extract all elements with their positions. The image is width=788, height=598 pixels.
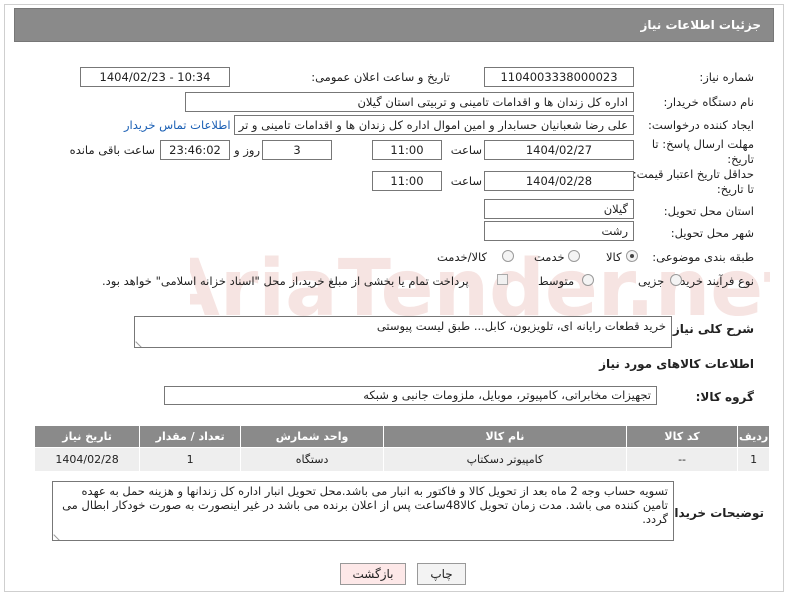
category-option-service: خدمت xyxy=(534,250,565,264)
city-field[interactable]: رشت xyxy=(484,221,634,241)
days-remaining-field[interactable]: 3 xyxy=(262,140,332,160)
purchase-option-minor: جزیی xyxy=(638,274,665,288)
goods-group-field[interactable]: تجهیزات مخابراتی، کامپیوتر، موبایل، ملزو… xyxy=(164,386,657,405)
validity-time-label: ساعت xyxy=(450,174,482,188)
announce-date-label: تاریخ و ساعت اعلان عمومی: xyxy=(311,70,450,84)
col-item-code: کد کالا xyxy=(625,425,739,448)
province-label: استان محل تحویل: xyxy=(663,204,754,218)
category-radio-service[interactable] xyxy=(568,250,580,262)
province-field[interactable]: گیلان xyxy=(484,199,634,219)
need-number-field[interactable]: 1104003338000023 xyxy=(484,67,634,87)
announce-date-field[interactable]: 1404/02/23 - 10:34 xyxy=(80,67,230,87)
col-need-date: تاریخ نیاز xyxy=(33,425,141,448)
buyer-notes-text: تسویه حساب وجه 2 ماه بعد از تحویل کالا و… xyxy=(62,484,668,526)
purchase-type-label: نوع فرآیند خرید : xyxy=(672,274,754,288)
remaining-time-label: ساعت باقی مانده xyxy=(69,143,155,157)
notes-resize-handle-icon[interactable] xyxy=(53,529,65,540)
days-label: روز و xyxy=(234,143,260,157)
page-title: جزئیات اطلاعات نیاز xyxy=(640,18,761,32)
header-bar: جزئیات اطلاعات نیاز xyxy=(14,8,774,42)
deadline-label-date: تاریخ: xyxy=(727,152,754,166)
buyer-contact-link[interactable]: اطلاعات تماس خریدار xyxy=(124,118,231,132)
treasury-payment-note: پرداخت تمام یا بخشی از مبلغ خرید،از محل … xyxy=(102,274,469,288)
validity-time-field[interactable]: 11:00 xyxy=(372,171,442,191)
validity-label: حداقل تاریخ اعتبار قیمت: xyxy=(632,167,754,181)
buyer-notes-label: توضیحات خریدار: xyxy=(662,506,764,520)
description-textarea[interactable]: خرید قطعات رایانه ای، تلویزیون، کابل... … xyxy=(134,316,672,348)
cell-item-name: کامپیوتر دسکتاپ xyxy=(383,447,627,472)
deadline-time-label: ساعت xyxy=(450,143,482,157)
deadline-date-field[interactable]: 1404/02/27 xyxy=(484,140,634,160)
purchase-radio-medium[interactable] xyxy=(582,274,594,286)
resize-handle-icon[interactable] xyxy=(135,336,147,347)
description-text: خرید قطعات رایانه ای، تلویزیون، کابل... … xyxy=(376,319,666,333)
table-header-row: ردیف کد کالا نام کالا واحد شمارش تعداد /… xyxy=(33,425,770,448)
category-radio-goods[interactable] xyxy=(626,250,638,262)
creator-field[interactable]: علی رضا شعبانیان حسابدار و امین اموال اد… xyxy=(234,115,634,135)
buyer-notes-textarea[interactable]: تسویه حساب وجه 2 ماه بعد از تحویل کالا و… xyxy=(52,481,674,541)
col-item-name: نام کالا xyxy=(383,425,627,448)
creator-label: ایجاد کننده درخواست: xyxy=(648,118,754,132)
back-button[interactable]: بازگشت xyxy=(340,563,406,585)
buyer-org-label: نام دستگاه خریدار: xyxy=(663,95,754,109)
col-quantity: تعداد / مقدار xyxy=(139,425,242,448)
cell-need-date: 1404/02/28 xyxy=(33,447,141,472)
cell-unit: دستگاه xyxy=(240,447,385,472)
buyer-org-field[interactable]: اداره کل زندان ها و اقدامات تامینی و ترب… xyxy=(185,92,634,112)
purchase-option-medium: متوسط xyxy=(538,274,575,288)
col-row-number: ردیف xyxy=(737,425,770,448)
cell-row-number: 1 xyxy=(737,447,770,472)
col-unit: واحد شمارش xyxy=(240,425,385,448)
cell-item-code: -- xyxy=(625,447,739,472)
cell-quantity: 1 xyxy=(139,447,242,472)
validity-label-date: تا تاریخ: xyxy=(716,182,754,196)
city-label: شهر محل تحویل: xyxy=(670,226,754,240)
goods-section-title: اطلاعات کالاهای مورد نیاز xyxy=(599,357,754,371)
deadline-label: مهلت ارسال پاسخ: تا xyxy=(651,137,754,151)
category-radio-goods-service[interactable] xyxy=(502,250,514,262)
table-row[interactable]: 1 -- کامپیوتر دسکتاپ دستگاه 1 1404/02/28 xyxy=(33,447,770,472)
category-option-goods: کالا xyxy=(606,250,622,264)
goods-table: ردیف کد کالا نام کالا واحد شمارش تعداد /… xyxy=(33,425,770,472)
category-option-goods-service: کالا/خدمت xyxy=(437,250,488,264)
goods-group-label: گروه کالا: xyxy=(695,390,754,404)
deadline-time-field[interactable]: 11:00 xyxy=(372,140,442,160)
category-label: طبقه بندی موضوعی: xyxy=(652,250,754,264)
purchase-radio-minor[interactable] xyxy=(670,274,682,286)
validity-date-field[interactable]: 1404/02/28 xyxy=(484,171,634,191)
description-label: شرح کلی نیاز: xyxy=(668,322,754,336)
print-button[interactable]: چاپ xyxy=(417,563,466,585)
need-number-label: شماره نیاز: xyxy=(699,70,754,84)
remaining-time-field[interactable]: 23:46:02 xyxy=(160,140,230,160)
treasury-checkbox[interactable] xyxy=(497,274,508,285)
